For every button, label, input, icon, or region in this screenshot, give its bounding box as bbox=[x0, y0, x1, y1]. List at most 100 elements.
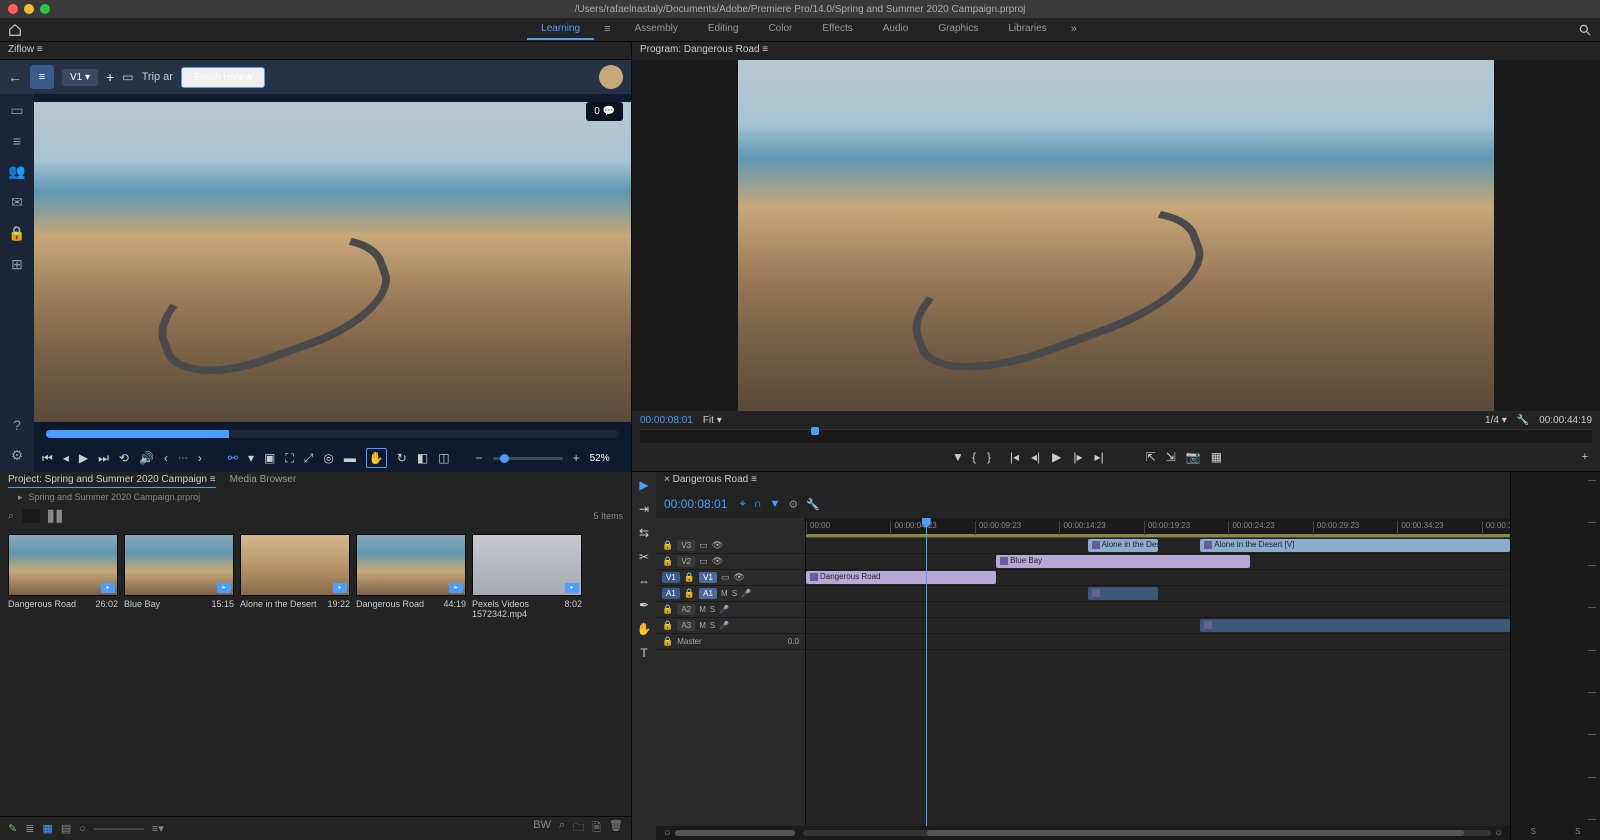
workspace-tab-editing[interactable]: Editing bbox=[694, 19, 753, 40]
version-selector[interactable]: V1 ▾ bbox=[62, 69, 98, 86]
track-v2-label[interactable]: V2 bbox=[677, 556, 695, 567]
minimize-window-button[interactable] bbox=[24, 4, 34, 14]
workspace-tab-audio[interactable]: Audio bbox=[869, 19, 923, 40]
expand-icon[interactable]: ⛶ bbox=[285, 451, 293, 466]
step-back-icon[interactable]: ◂| bbox=[1031, 450, 1040, 464]
type-tool-icon[interactable]: T bbox=[640, 646, 647, 660]
extract-icon[interactable]: ⇲ bbox=[1166, 450, 1176, 464]
new-bin-icon[interactable]: 🗀 bbox=[573, 819, 584, 838]
track-v1-label[interactable]: V1 bbox=[699, 572, 717, 583]
wrench-icon[interactable]: 🔧 bbox=[1517, 415, 1529, 426]
solo-button[interactable]: S bbox=[710, 605, 715, 614]
freeform-view-icon[interactable]: ▤ bbox=[61, 822, 71, 835]
timeline-clip[interactable] bbox=[1088, 587, 1158, 600]
workspace-tab-learning[interactable]: Learning bbox=[527, 19, 594, 40]
linked-selection-icon[interactable]: ∩ bbox=[754, 498, 762, 511]
safe-margins-icon[interactable]: ▣ bbox=[264, 451, 275, 465]
list-icon[interactable]: ≡ bbox=[13, 133, 21, 149]
scale-dropdown[interactable]: 1/4 ▾ bbox=[1485, 415, 1507, 426]
project-item[interactable]: ▸Dangerous Road44:19 bbox=[356, 534, 466, 622]
timeline-h-scrollbar[interactable] bbox=[675, 830, 795, 836]
target-icon[interactable]: ◎ bbox=[323, 451, 333, 465]
finish-review-button[interactable]: Finish review bbox=[181, 67, 265, 88]
comment-count-badge[interactable]: 0 💬 bbox=[586, 102, 623, 121]
razor-tool-icon[interactable]: ✂ bbox=[639, 550, 649, 564]
workspace-tab-assembly[interactable]: Assembly bbox=[621, 19, 692, 40]
lock-icon[interactable]: 🔒 bbox=[662, 636, 673, 647]
voiceover-icon[interactable]: 🎤 bbox=[741, 589, 751, 598]
comment-nav-icon[interactable]: ⋯ bbox=[178, 453, 188, 464]
close-window-button[interactable] bbox=[8, 4, 18, 14]
people-icon[interactable]: 👥 bbox=[8, 163, 25, 180]
lock-icon[interactable]: 🔒 bbox=[662, 604, 673, 615]
loop-icon[interactable]: ⟲ bbox=[119, 451, 129, 465]
lock-icon[interactable]: 🔒 bbox=[8, 225, 25, 242]
compare-icon[interactable]: ▭ bbox=[122, 70, 133, 84]
link-icon[interactable]: ⚯ bbox=[228, 451, 238, 465]
workspace-tab-libraries[interactable]: Libraries bbox=[994, 19, 1060, 40]
search-icon[interactable] bbox=[1578, 23, 1592, 37]
fullscreen-icon[interactable]: ⤢ bbox=[304, 451, 314, 466]
button-editor-icon[interactable]: + bbox=[1582, 451, 1588, 463]
layout-icon[interactable]: ⊞ bbox=[11, 256, 23, 273]
timeline-playhead[interactable] bbox=[926, 518, 927, 826]
go-to-out-icon[interactable]: ▸| bbox=[1095, 450, 1104, 464]
track-a1-label[interactable]: A1 bbox=[699, 588, 717, 599]
sequence-tab[interactable]: × Dangerous Road ≡ bbox=[656, 472, 1510, 490]
workspace-tab-color[interactable]: Color bbox=[754, 19, 806, 40]
track-a2-label[interactable]: A2 bbox=[677, 604, 695, 615]
zoom-out-icon[interactable]: ○ bbox=[664, 827, 671, 839]
skip-forward-icon[interactable]: ⏭ bbox=[98, 451, 109, 466]
zoom-out-icon[interactable]: − bbox=[476, 451, 483, 465]
play-icon[interactable]: ▶ bbox=[1052, 450, 1061, 464]
sort-icon[interactable]: ≡▾ bbox=[152, 822, 164, 835]
program-timecode[interactable]: 00:00:08:01 bbox=[640, 415, 693, 426]
source-v1-patch[interactable]: V1 bbox=[662, 572, 680, 583]
find-icon[interactable]: ⌕ bbox=[559, 819, 565, 838]
master-value[interactable]: 0.0 bbox=[788, 637, 799, 646]
timeline-clip[interactable] bbox=[1200, 619, 1510, 632]
go-to-in-icon[interactable]: |◂ bbox=[1010, 450, 1019, 464]
thumbnail-size-slider[interactable] bbox=[94, 828, 144, 830]
trash-icon[interactable]: 🗑 bbox=[609, 819, 623, 838]
pen-tool-icon[interactable]: ✒ bbox=[639, 598, 649, 612]
eye-icon[interactable]: 👁 bbox=[712, 556, 723, 567]
toggle-output-icon[interactable]: ▭ bbox=[699, 556, 708, 567]
zoom-in-icon[interactable]: ○ bbox=[1495, 827, 1502, 839]
lock-icon[interactable]: 🔒 bbox=[662, 620, 673, 631]
skip-back-icon[interactable]: ⏮ bbox=[42, 451, 53, 466]
help-icon[interactable]: ? bbox=[13, 417, 21, 433]
home-icon[interactable] bbox=[8, 23, 22, 37]
play-icon[interactable]: ▶ bbox=[79, 451, 88, 465]
ripple-tool-icon[interactable]: ⇆ bbox=[639, 526, 649, 540]
zoom-in-icon[interactable]: + bbox=[573, 451, 580, 465]
program-ruler[interactable] bbox=[640, 429, 1592, 443]
flip-icon[interactable]: ◧ bbox=[417, 451, 428, 465]
project-search-input[interactable] bbox=[22, 509, 40, 523]
ziflow-playback-progress[interactable] bbox=[46, 430, 619, 438]
timeline-tracks-area[interactable]: 00:0000:00:04:2300:00:09:2300:00:14:2300… bbox=[806, 518, 1510, 826]
program-playhead[interactable] bbox=[811, 427, 819, 435]
voiceover-icon[interactable]: 🎤 bbox=[719, 621, 729, 630]
export-frame-icon[interactable]: 📷 bbox=[1186, 450, 1201, 464]
snap-icon[interactable]: ⌖ bbox=[739, 498, 745, 511]
media-browser-tab[interactable]: Media Browser bbox=[230, 474, 297, 488]
track-a3-label[interactable]: A3 bbox=[677, 620, 695, 631]
timeline-nav-scrollbar[interactable] bbox=[803, 830, 1492, 836]
track-v3-label[interactable]: V3 bbox=[677, 540, 695, 551]
comparison-icon[interactable]: ▦ bbox=[1211, 450, 1222, 464]
list-view-icon[interactable]: ≣ bbox=[25, 822, 34, 835]
solo-button[interactable]: S bbox=[710, 621, 715, 630]
project-item[interactable]: ▸Alone in the Desert19:22 bbox=[240, 534, 350, 622]
back-icon[interactable]: ← bbox=[8, 69, 22, 85]
timeline-clip[interactable]: Blue Bay bbox=[996, 555, 1249, 568]
mark-out-icon[interactable]: } bbox=[987, 450, 991, 464]
lock-icon[interactable]: 🔒 bbox=[684, 572, 695, 583]
search-icon[interactable]: ⌕ bbox=[8, 510, 14, 523]
crop-icon[interactable]: ◫ bbox=[438, 451, 449, 465]
project-tab[interactable]: Project: Spring and Summer 2020 Campaign… bbox=[8, 474, 216, 488]
next-comment-icon[interactable]: › bbox=[198, 451, 202, 465]
gear-icon[interactable]: ⚙ bbox=[11, 447, 24, 464]
mute-button[interactable]: M bbox=[699, 605, 706, 614]
zoom-slider[interactable] bbox=[493, 457, 563, 460]
